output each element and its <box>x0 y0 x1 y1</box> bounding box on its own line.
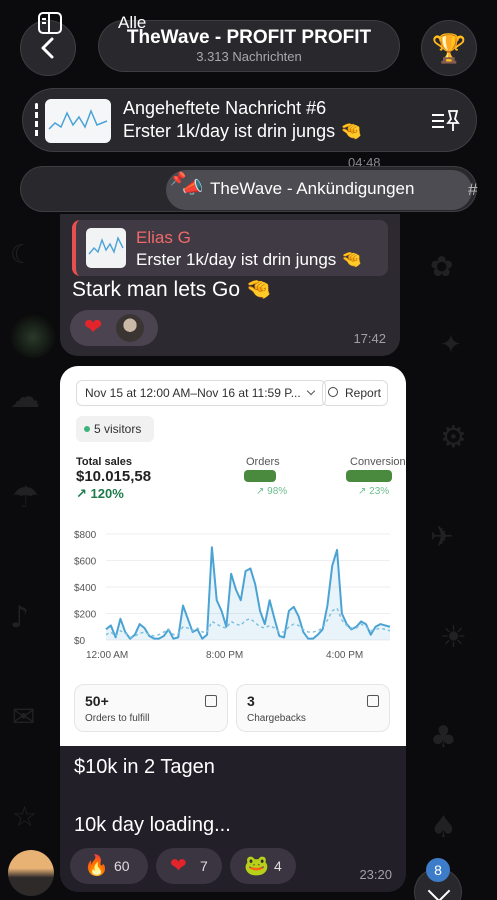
chevron-left-icon <box>41 37 54 59</box>
sidebar-toggle-icon[interactable] <box>38 12 62 34</box>
reaction-heart[interactable]: ❤ <box>70 310 158 346</box>
message-time: 17:42 <box>353 331 386 346</box>
live-dot-icon <box>84 426 90 432</box>
filter-all[interactable]: Alle <box>118 13 146 33</box>
pinned-list-icon[interactable] <box>430 107 460 135</box>
sales-line-chart: $800 $600 $400 $200 $012:00 AM 8:00 PM 4:00 PM <box>74 530 391 661</box>
x-tick-label: 12:00 AM <box>86 650 128 661</box>
reaction-count: 60 <box>114 858 130 874</box>
redacted-conversion <box>346 470 392 482</box>
total-sales-value: $10.015,58 <box>76 468 152 485</box>
message-text-line2: 10k day loading... <box>74 814 231 836</box>
x-tick-label: 4:00 PM <box>326 650 363 661</box>
filter-more[interactable]: # <box>468 180 477 200</box>
y-tick-label: $800 <box>74 530 97 541</box>
heart-icon: ❤ <box>170 853 187 877</box>
reaction-fire[interactable]: 🔥 60 <box>70 848 148 884</box>
message-count: 3.313 Nachrichten <box>196 49 302 64</box>
trophy-button[interactable]: 🏆 <box>421 20 477 76</box>
fire-icon: 🔥 <box>84 853 109 877</box>
message-text: Stark man lets Go 🤏 <box>72 278 273 301</box>
reply-thumbnail <box>86 228 126 268</box>
orders-change: ↗ 98% <box>256 486 288 497</box>
y-tick-label: $200 <box>74 610 97 621</box>
unread-count-badge: 8 <box>426 858 450 882</box>
pinned-indicator <box>35 103 38 139</box>
y-tick-label: $400 <box>74 583 97 594</box>
avatar[interactable] <box>10 312 56 358</box>
megaphone-icon: 📣 <box>182 178 204 198</box>
total-sales-change: ↗ 120% <box>76 486 124 501</box>
heart-icon: ❤ <box>84 315 103 340</box>
total-sales-label: Total sales <box>76 456 133 468</box>
message-text-line1: $10k in 2 Tagen <box>74 756 215 778</box>
reaction-frog[interactable]: 🐸 4 <box>230 848 296 884</box>
pinned-text: Erster 1k/day ist drin jungs 🤏 <box>123 121 363 141</box>
orders-label: Orders <box>246 456 280 468</box>
redacted-orders <box>244 470 276 482</box>
inbox-icon <box>205 695 217 707</box>
reply-quote[interactable]: Elias G Erster 1k/day ist drin jungs 🤏 <box>72 220 388 276</box>
sales-screenshot[interactable]: Nov 15 at 12:00 AM–Nov 16 at 11:59 P... … <box>60 366 406 746</box>
x-tick-label: 8:00 PM <box>206 650 243 661</box>
chargebacks-card: 3 Chargebacks <box>236 684 390 732</box>
reply-author: Elias G <box>136 228 191 247</box>
chat-title: TheWave - PROFIT PROFIT <box>126 27 372 48</box>
orders-to-fulfill-value: 50+ <box>85 693 109 709</box>
reaction-count: 7 <box>200 858 208 874</box>
pinned-title: Angeheftete Nachricht #6 <box>123 98 327 118</box>
orders-to-fulfill-label: Orders to fulfill <box>85 713 150 724</box>
trophy-icon: 🏆 <box>431 31 467 65</box>
conversion-label: Conversion <box>350 456 406 468</box>
filter-announcements-label: TheWave - Ankündigungen <box>210 179 415 198</box>
conversion-change: ↗ 23% <box>358 486 390 497</box>
message-time: 23:20 <box>359 867 392 882</box>
chargebacks-value: 3 <box>247 693 255 709</box>
orders-to-fulfill-card: 50+ Orders to fulfill <box>74 684 228 732</box>
message-bubble-photo[interactable]: Nov 15 at 12:00 AM–Nov 16 at 11:59 P... … <box>60 366 406 892</box>
clipboard-icon <box>367 695 379 707</box>
report-button: Report <box>322 380 388 406</box>
y-tick-label: $0 <box>74 636 86 647</box>
avatar[interactable] <box>8 850 54 896</box>
reaction-heart[interactable]: ❤ 7 <box>156 848 222 884</box>
date-range: Nov 15 at 12:00 AM–Nov 16 at 11:59 P... <box>76 380 326 406</box>
chargebacks-label: Chargebacks <box>247 713 306 724</box>
pinned-thumbnail <box>45 99 111 143</box>
frog-icon: 🐸 <box>244 853 269 877</box>
reactor-avatar <box>116 314 144 342</box>
reply-text: Erster 1k/day ist drin jungs 🤏 <box>136 250 363 269</box>
y-tick-label: $600 <box>74 557 97 568</box>
message-bubble[interactable]: Elias G Erster 1k/day ist drin jungs 🤏 S… <box>60 214 400 356</box>
pinned-message-bar[interactable]: Angeheftete Nachricht #6 Erster 1k/day i… <box>22 88 477 152</box>
reaction-count: 4 <box>274 858 282 874</box>
